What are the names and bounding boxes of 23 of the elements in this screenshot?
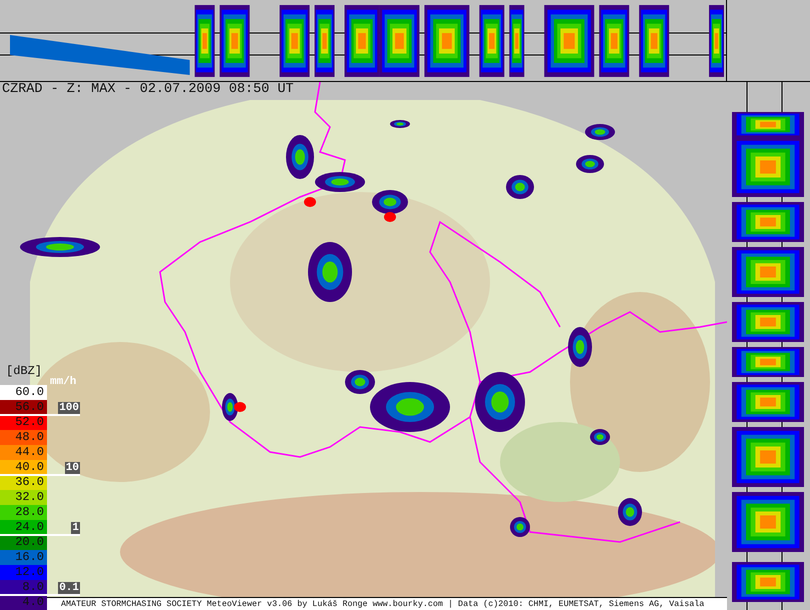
- legend-swatch: 60.0: [0, 385, 47, 400]
- legend-swatch: 20.0: [0, 535, 47, 550]
- legend-swatch: 40.0: [0, 460, 47, 475]
- legend-swatch: 32.0: [0, 490, 47, 505]
- legend-swatch: 4.0: [0, 595, 47, 610]
- legend-swatch: 44.0: [0, 445, 47, 460]
- legend-unit: [dBZ]: [5, 363, 44, 380]
- rate-label: 1: [71, 522, 80, 534]
- credits-bar: AMATEUR STORMCHASING SOCIETY MeteoViewer v3.06 by Lukáš Ronge www.bourky.com | Data (c)2010: CHMI, EUMETSAT, Siemens AG, Vaisala: [47, 597, 727, 610]
- legend-swatch: 48.0: [0, 430, 47, 445]
- legend-swatch: 36.0: [0, 475, 47, 490]
- legend-swatch: 56.0: [0, 400, 47, 415]
- rate-unit: mm/h: [50, 376, 76, 388]
- legend-swatch: 12.0: [0, 565, 47, 580]
- legend-swatch: 8.0: [0, 580, 47, 595]
- legend-swatch: 28.0: [0, 505, 47, 520]
- legend-swatch: 24.0: [0, 520, 47, 535]
- legend-swatch: 52.0: [0, 415, 47, 430]
- rate-label: 10: [64, 462, 80, 474]
- rate-label: 100: [58, 402, 80, 414]
- legend-swatch: 16.0: [0, 550, 47, 565]
- rate-label: 0.1: [58, 582, 80, 594]
- radar-title: CZRAD - Z: MAX - 02.07.2009 08:50 UT: [2, 82, 294, 98]
